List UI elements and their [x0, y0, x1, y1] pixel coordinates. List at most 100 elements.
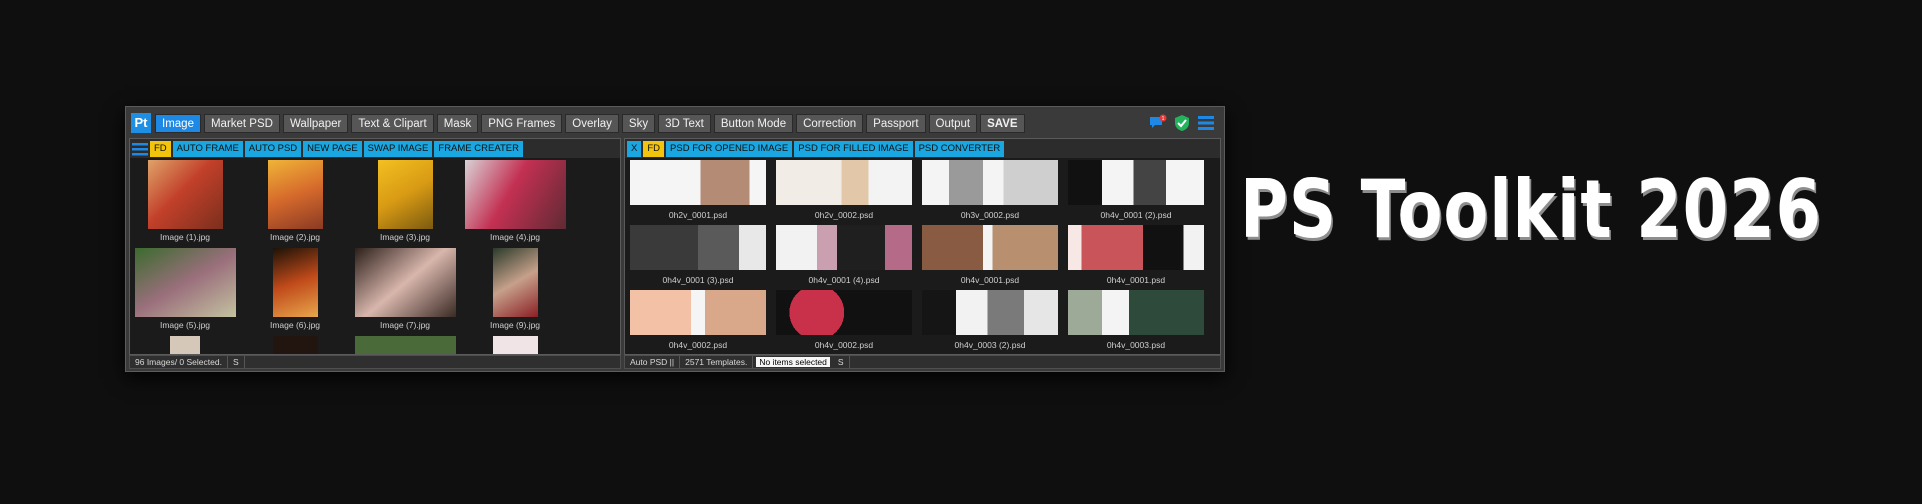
psd-for-opened-image-button[interactable]: PSD FOR OPENED IMAGE	[666, 140, 793, 157]
menu-icon[interactable]	[1197, 114, 1215, 132]
tab-list: Image Market PSD Wallpaper Text & Clipart Ma…	[155, 114, 1025, 133]
template-preview	[630, 290, 766, 335]
image-thumbnail-item[interactable]: Image (5).jpg	[134, 248, 236, 332]
psd-for-filled-image-button[interactable]: PSD FOR FILLED IMAGE	[794, 140, 913, 157]
image-thumbnail-item[interactable]: Image (7).jpg	[354, 248, 456, 332]
tab-image[interactable]: Image	[155, 114, 201, 133]
status-s-button[interactable]: S	[833, 356, 850, 368]
tab-correction[interactable]: Correction	[796, 114, 864, 133]
fd-button[interactable]: FD	[150, 140, 171, 157]
check-shield-icon[interactable]	[1173, 114, 1191, 132]
promo-headline: PS Toolkit 2026	[1240, 163, 1823, 256]
template-filename: 0h2v_0001.psd	[668, 210, 728, 220]
template-thumbnail-item[interactable]: 0h4v_0001 (3).psd	[629, 225, 767, 287]
auto-psd-button[interactable]: AUTO PSD	[244, 140, 302, 157]
tab-sky[interactable]: Sky	[621, 114, 656, 133]
tab-3d-text[interactable]: 3D Text	[658, 114, 711, 133]
template-thumbnail-item[interactable]: 0h2v_0002.psd	[775, 160, 913, 222]
template-filename: 0h4v_0001 (4).psd	[808, 275, 880, 285]
image-preview	[354, 248, 456, 317]
template-thumbnail-item[interactable]: 0h4v_0001 (4).psd	[775, 225, 913, 287]
image-preview	[492, 248, 538, 317]
template-thumbnail-item[interactable]: 0h4v_0001 (2).psd	[1067, 160, 1205, 222]
hamburger-menu-icon[interactable]	[132, 141, 148, 157]
new-page-button[interactable]: NEW PAGE	[303, 140, 362, 157]
template-thumbnail-item[interactable]: 0h4v_0001.psd	[1067, 225, 1205, 287]
tab-wallpaper[interactable]: Wallpaper	[282, 114, 349, 133]
psd-converter-button[interactable]: PSD CONVERTER	[914, 140, 1005, 157]
status-text: 2571 Templates.	[680, 356, 754, 368]
template-thumbnail-item[interactable]: 0h4v_0003.psd	[1067, 290, 1205, 352]
image-thumbnail-item[interactable]: Image (6).jpg	[244, 248, 346, 332]
template-filename: 0h4v_0001 (3).psd	[662, 275, 734, 285]
template-preview	[776, 160, 912, 205]
template-thumbnail-item[interactable]: 0h2v_0001.psd	[629, 160, 767, 222]
image-filename: Image (3).jpg	[379, 232, 431, 242]
image-preview	[134, 248, 236, 317]
image-filename: Image (6).jpg	[269, 320, 321, 330]
template-preview	[630, 160, 766, 205]
chat-icon[interactable]: 1	[1149, 114, 1167, 132]
image-filename: Image (7).jpg	[379, 320, 431, 330]
image-thumbnail-partial[interactable]	[492, 336, 538, 354]
image-preview	[267, 160, 323, 229]
image-thumbnail-item[interactable]: Image (1).jpg	[134, 160, 236, 244]
image-grid: Image (1).jpg Image (2).jpg Image (3).jpg I…	[130, 160, 620, 354]
template-thumbnail-item[interactable]: 0h3v_0002.psd	[921, 160, 1059, 222]
image-filename: Image (2).jpg	[269, 232, 321, 242]
image-thumbnail-item[interactable]: Image (2).jpg	[244, 160, 346, 244]
x-button[interactable]: X	[627, 140, 642, 157]
image-preview	[377, 160, 433, 229]
tab-passport[interactable]: Passport	[866, 114, 926, 133]
tab-png-frames[interactable]: PNG Frames	[481, 114, 563, 133]
template-filename: 0h2v_0002.psd	[814, 210, 874, 220]
image-thumbnail-item[interactable]: Image (4).jpg	[464, 160, 566, 244]
auto-frame-button[interactable]: AUTO FRAME	[172, 140, 243, 157]
image-filename: Image (4).jpg	[489, 232, 541, 242]
tab-market-psd[interactable]: Market PSD	[203, 114, 280, 133]
image-preview	[272, 248, 318, 317]
template-toolbar: X FD PSD FOR OPENED IMAGE PSD FOR FILLED IM…	[625, 139, 1220, 158]
app-window: Pt Image Market PSD Wallpaper Text & Clipar…	[125, 106, 1225, 372]
image-filename: Image (5).jpg	[159, 320, 211, 330]
template-thumbnail-item[interactable]: 0h4v_0002.psd	[775, 290, 913, 352]
tab-button-mode[interactable]: Button Mode	[713, 114, 794, 133]
template-thumbnail-item[interactable]: 0h4v_0001.psd	[921, 225, 1059, 287]
image-filename: Image (9).jpg	[489, 320, 541, 330]
template-grid: 0h2v_0001.psd 0h2v_0002.psd 0h3v_0002.psd 0…	[625, 160, 1220, 354]
template-filename: 0h3v_0002.psd	[960, 210, 1020, 220]
status-text: No items selected	[756, 357, 830, 367]
template-thumbnail-item[interactable]: 0h4v_0002.psd	[629, 290, 767, 352]
image-thumbnail-item[interactable]: Image (3).jpg	[354, 160, 456, 244]
topbar-icons: 1	[1149, 114, 1215, 132]
image-thumbnail-item[interactable]: Image (9).jpg	[464, 248, 566, 332]
template-preview	[1068, 225, 1204, 270]
frame-creater-button[interactable]: FRAME CREATER	[434, 140, 523, 157]
template-preview	[1068, 290, 1204, 335]
template-preview	[922, 290, 1058, 335]
tab-text-clipart[interactable]: Text & Clipart	[351, 114, 434, 133]
tab-save[interactable]: SAVE	[980, 114, 1025, 133]
image-thumbnail-partial[interactable]	[272, 336, 318, 354]
image-preview	[147, 160, 223, 229]
template-preview	[922, 160, 1058, 205]
tab-mask[interactable]: Mask	[436, 114, 479, 133]
fd-button[interactable]: FD	[643, 140, 665, 157]
template-filename: 0h4v_0003.psd	[1106, 340, 1166, 350]
tab-overlay[interactable]: Overlay	[565, 114, 619, 133]
template-browser-pane: X FD PSD FOR OPENED IMAGE PSD FOR FILLED IM…	[624, 138, 1221, 355]
image-browser-pane: FD AUTO FRAME AUTO PSD NEW PAGE SWAP IMAGE FR…	[129, 138, 621, 355]
image-filename: Image (1).jpg	[159, 232, 211, 242]
image-thumbnail-partial[interactable]	[354, 336, 456, 354]
image-toolbar: FD AUTO FRAME AUTO PSD NEW PAGE SWAP IMAGE FR…	[130, 139, 620, 158]
template-filename: 0h4v_0001 (2).psd	[1100, 210, 1172, 220]
template-thumbnail-item[interactable]: 0h4v_0003 (2).psd	[921, 290, 1059, 352]
app-logo: Pt	[131, 113, 151, 133]
status-s-button[interactable]: S	[228, 356, 245, 368]
tab-output[interactable]: Output	[928, 114, 978, 133]
template-filename: 0h4v_0002.psd	[814, 340, 874, 350]
image-thumbnail-partial[interactable]	[170, 336, 200, 354]
template-filename: 0h4v_0002.psd	[668, 340, 728, 350]
image-status-bar: 96 Images/ 0 Selected. S	[129, 355, 621, 369]
swap-image-button[interactable]: SWAP IMAGE	[363, 140, 433, 157]
